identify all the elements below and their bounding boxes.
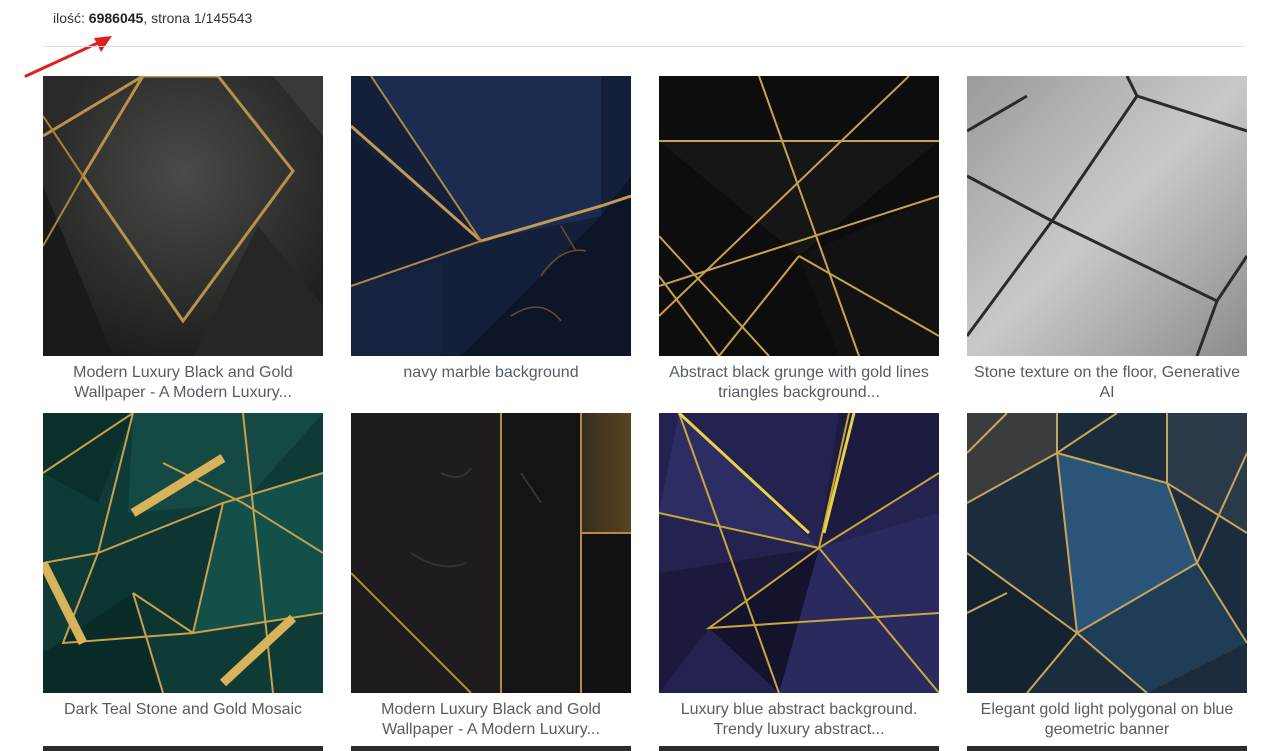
header-divider [43, 46, 1245, 47]
result-thumbnail-partial[interactable] [43, 746, 323, 751]
result-title[interactable]: Modern Luxury Black and Gold Wallpaper -… [351, 700, 631, 742]
result-title[interactable]: Stone texture on the floor, Generative A… [967, 363, 1247, 405]
result-title[interactable]: Abstract black grunge with gold lines tr… [659, 363, 939, 405]
result-card[interactable]: Modern Luxury Black and Gold Wallpaper -… [351, 413, 631, 750]
result-thumbnail[interactable] [659, 76, 939, 356]
result-thumbnail[interactable] [43, 76, 323, 356]
image-results-grid: Modern Luxury Black and Gold Wallpaper -… [43, 76, 1247, 750]
next-row-thumbnails-partial [43, 746, 1247, 751]
result-thumbnail-partial[interactable] [351, 746, 631, 751]
result-thumbnail[interactable] [351, 413, 631, 693]
red-arrow-annotation-icon [24, 36, 112, 78]
result-card[interactable]: Modern Luxury Black and Gold Wallpaper -… [43, 76, 323, 413]
results-count: 6986045 [88, 10, 144, 26]
result-thumbnail-partial[interactable] [659, 746, 939, 751]
result-thumbnail-partial[interactable] [967, 746, 1247, 751]
results-count-label: ilość: [53, 10, 89, 26]
result-title[interactable]: Elegant gold light polygonal on blue geo… [967, 700, 1247, 742]
result-card[interactable]: navy marble background [351, 76, 631, 413]
result-card[interactable]: Stone texture on the floor, Generative A… [967, 76, 1247, 413]
result-thumbnail[interactable] [351, 76, 631, 356]
result-card[interactable]: Elegant gold light polygonal on blue geo… [967, 413, 1247, 750]
result-card[interactable]: Abstract black grunge with gold lines tr… [659, 76, 939, 413]
results-page-indicator: , strona 1/145543 [143, 10, 253, 26]
result-title[interactable]: Dark Teal Stone and Gold Mosaic [43, 700, 323, 742]
result-thumbnail[interactable] [43, 413, 323, 693]
result-title[interactable]: Luxury blue abstract background. Trendy … [659, 700, 939, 742]
result-title[interactable]: Modern Luxury Black and Gold Wallpaper -… [43, 363, 323, 405]
results-summary: ilość: 6986045, strona 1/145543 [53, 10, 252, 26]
result-thumbnail[interactable] [967, 76, 1247, 356]
result-card[interactable]: Dark Teal Stone and Gold Mosaic [43, 413, 323, 750]
result-thumbnail[interactable] [967, 413, 1247, 693]
result-title[interactable]: navy marble background [351, 363, 631, 405]
result-card[interactable]: Luxury blue abstract background. Trendy … [659, 413, 939, 750]
result-thumbnail[interactable] [659, 413, 939, 693]
